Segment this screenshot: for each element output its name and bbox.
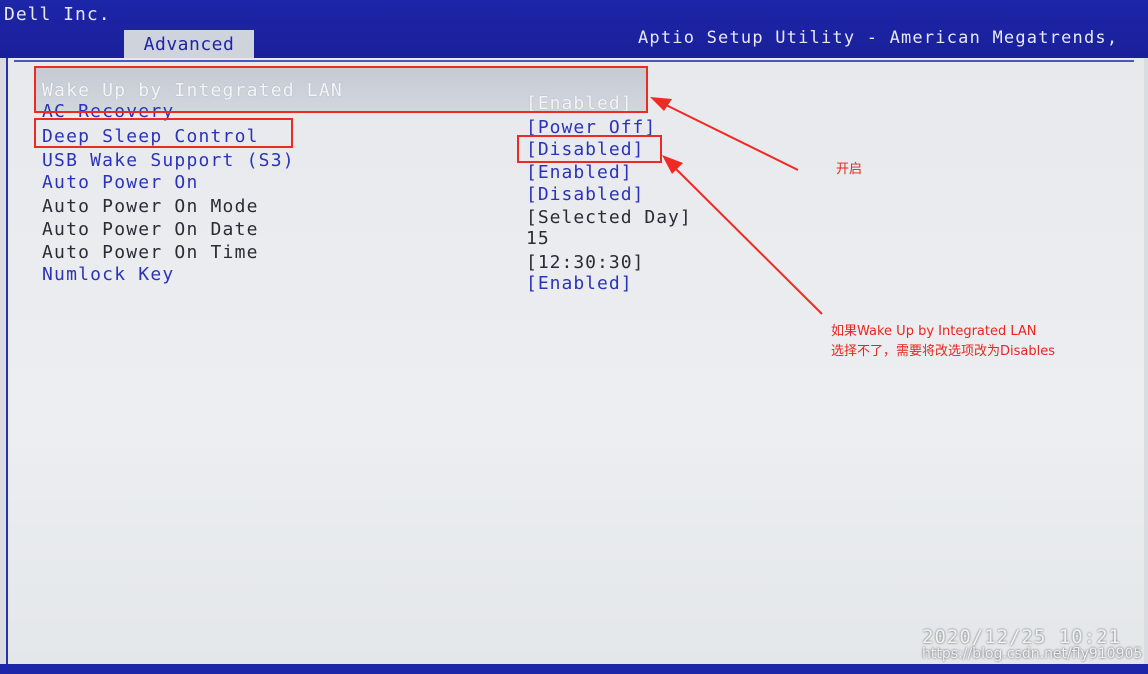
- arrowhead-hint: [662, 155, 683, 174]
- photo-timestamp: 2020/12/25 10:21: [922, 626, 1122, 648]
- photo-watermark: https://blog.csdn.net/fly910905: [922, 646, 1143, 662]
- arrow-line-enable: [663, 103, 799, 171]
- annotation-enable-note: 开启: [836, 162, 863, 177]
- annotation-hint-line2: 选择不了，需要将改选项改为Disables: [831, 344, 1055, 359]
- arrow-line-hint: [672, 165, 823, 315]
- arrowhead-enable: [650, 97, 672, 111]
- annotation-hint-line1: 如果Wake Up by Integrated LAN: [831, 324, 1037, 339]
